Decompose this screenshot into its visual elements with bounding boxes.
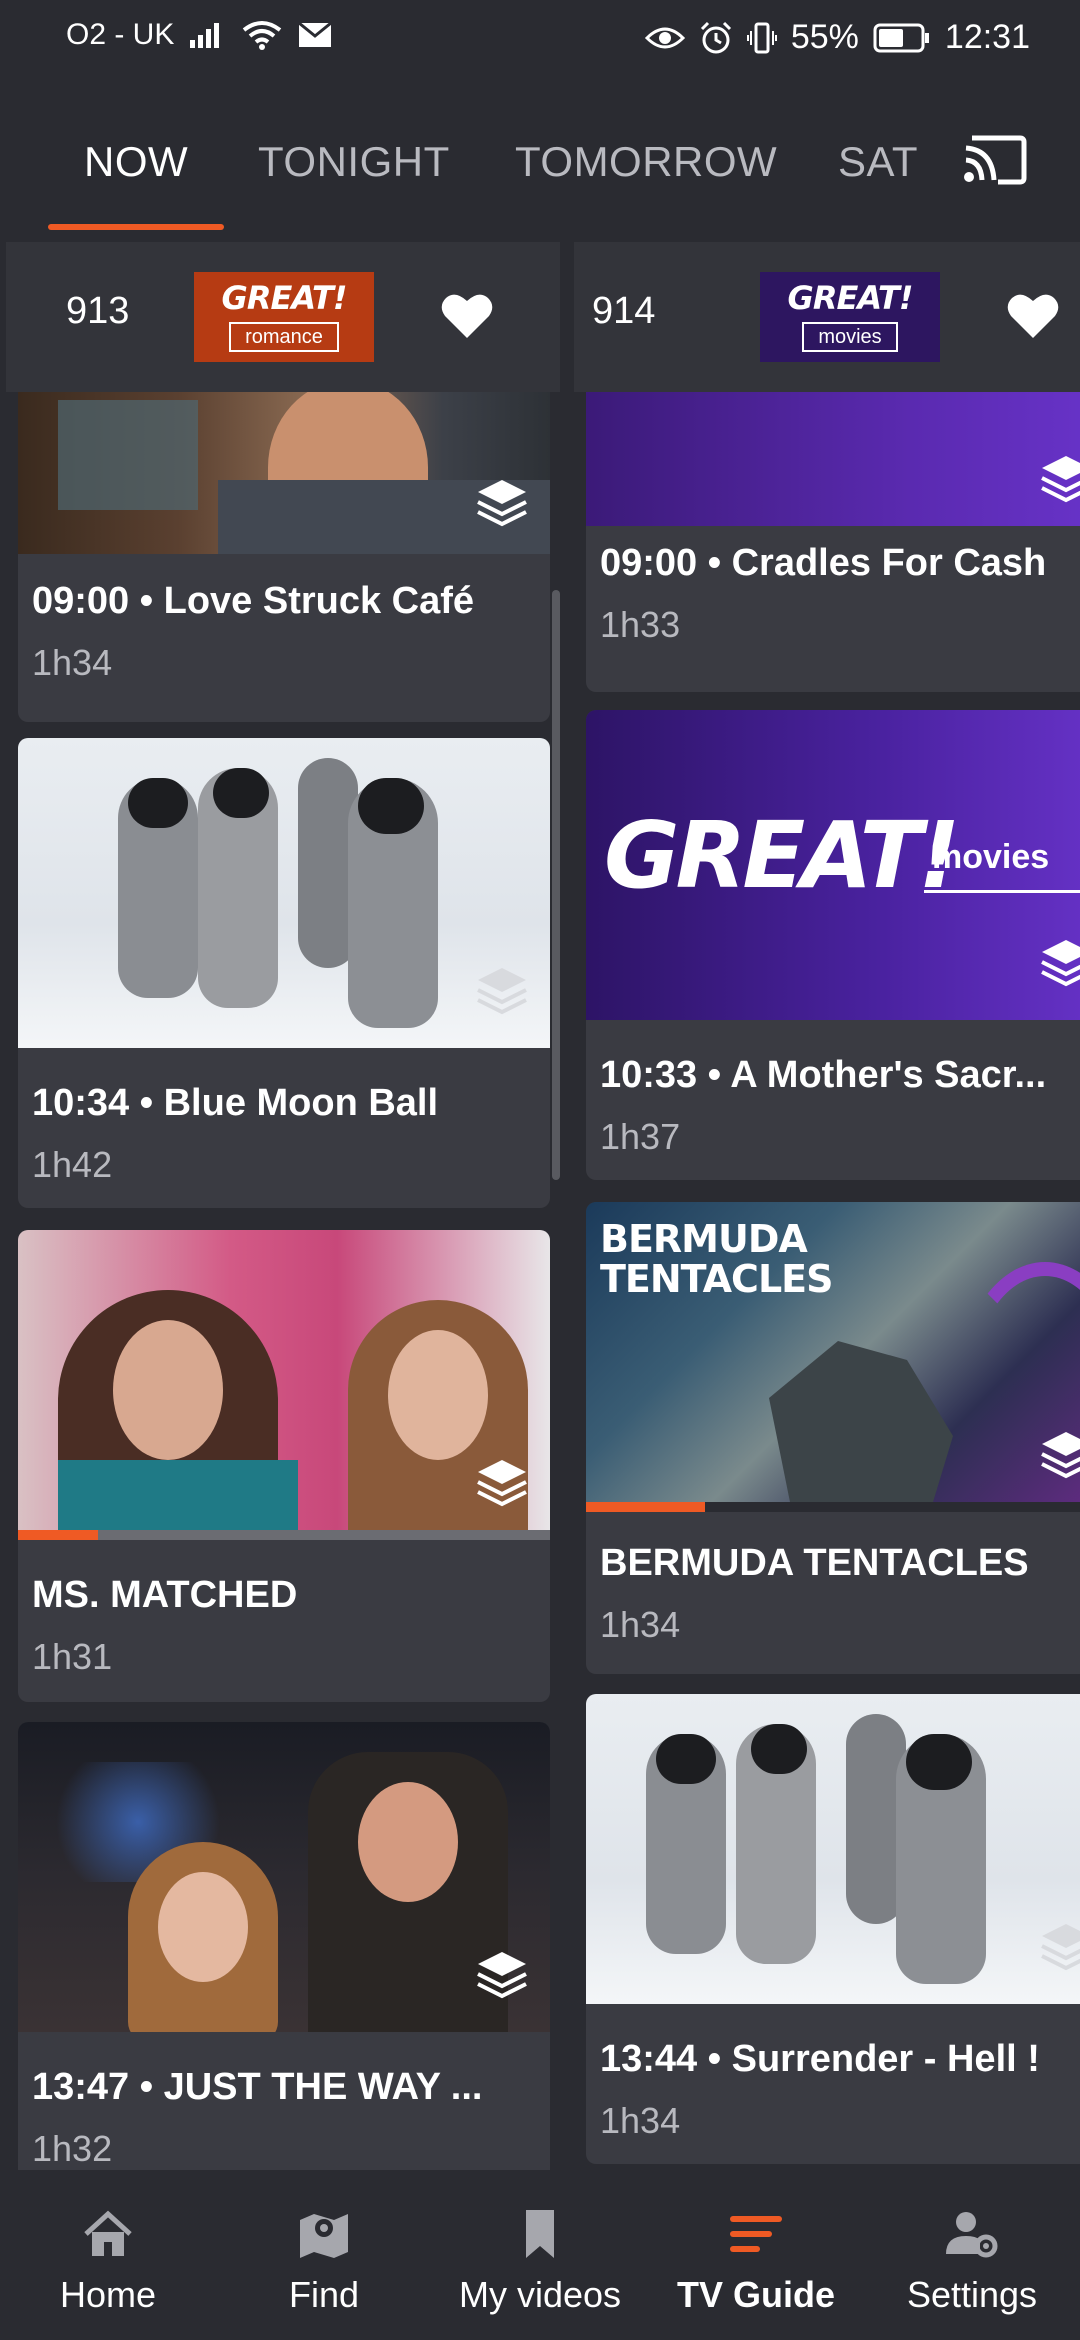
stack-icon [1041, 456, 1080, 503]
programme-duration: 1h34 [32, 642, 113, 683]
nav-tv-guide[interactable]: TV Guide [648, 2170, 864, 2340]
nav-my-videos[interactable]: My videos [432, 2170, 648, 2340]
programme-thumbnail [18, 1230, 550, 1540]
mail-icon [298, 22, 333, 47]
stack-icon [1041, 1432, 1080, 1479]
status-bar: O2 - UK 55% 12:31 [0, 0, 1080, 78]
stack-icon [477, 1952, 527, 1999]
programme-duration: 1h33 [600, 604, 681, 645]
heart-icon[interactable] [1006, 290, 1060, 340]
watch-progress [586, 1502, 1080, 1512]
thumbnail-brand-text: GREAT! [604, 802, 960, 909]
settings-icon [946, 2212, 998, 2258]
programme-thumbnail [18, 392, 550, 554]
stack-icon [1041, 1924, 1080, 1971]
thumbnail-brand-sub: movies [932, 838, 1050, 876]
programme-duration: 1h42 [32, 1144, 113, 1185]
logo-text: GREAT! [787, 279, 914, 317]
programme-card[interactable]: GREAT! movies 10:33 • A Mother's Sacr...… [586, 710, 1080, 1180]
programme-title: 13:44 • Surrender - Hell ! [600, 2038, 1040, 2080]
bookmark-icon [526, 2210, 554, 2258]
stack-icon [1041, 940, 1080, 987]
programme-card[interactable]: 09:00 • Cradles For Cash 1h33 [586, 392, 1080, 692]
programme-card[interactable]: BERMUDA TENTACLES BERMUDA TENTACLES 1h34 [586, 1202, 1080, 1674]
channel-logo-great-movies[interactable]: GREAT! movies [760, 272, 940, 362]
nav-label: TV Guide [676, 2274, 835, 2315]
programme-duration: 1h34 [600, 1604, 681, 1645]
stack-icon [477, 1460, 527, 1507]
channel-913-programmes: 09:00 • Love Struck Café 1h34 10:34 • Bl… [18, 392, 550, 2170]
scrollbar[interactable] [552, 590, 560, 1180]
programme-title: 09:00 • Cradles For Cash [600, 542, 1047, 584]
nav-label: My videos [458, 2274, 622, 2315]
stack-icon [477, 480, 527, 527]
programme-thumbnail [586, 1694, 1080, 2004]
programme-title: 10:33 • A Mother's Sacr... [600, 1054, 1047, 1096]
programme-thumbnail: GREAT! movies [586, 710, 1080, 1020]
programme-thumbnail [18, 1722, 550, 2032]
programme-title: BERMUDA TENTACLES [600, 1542, 1029, 1584]
nav-settings[interactable]: Settings [864, 2170, 1080, 2340]
vibrate-icon [746, 22, 777, 53]
nav-find[interactable]: Find [216, 2170, 432, 2340]
programme-card[interactable]: 10:34 • Blue Moon Ball 1h42 [18, 738, 550, 1208]
programme-title: MS. MATCHED [32, 1574, 298, 1616]
programme-card[interactable]: MS. MATCHED 1h31 [18, 1230, 550, 1702]
programme-card[interactable]: 09:00 • Love Struck Café 1h34 [18, 392, 550, 722]
carrier-label: O2 - UK [66, 18, 175, 51]
programme-thumbnail [586, 392, 1080, 526]
signal-icon [190, 23, 220, 48]
alarm-icon [700, 21, 731, 53]
clock-time: 12:31 [944, 18, 1030, 56]
programme-duration: 1h37 [600, 1116, 681, 1157]
channel-logo-great-romance[interactable]: GREAT! romance [194, 272, 374, 362]
stack-icon [477, 968, 527, 1015]
cast-icon[interactable] [962, 130, 1028, 186]
bottom-navigation: Home Find My videos TV Guide Settings [0, 2170, 1080, 2340]
tab-now[interactable]: NOW [84, 138, 188, 186]
programme-title: 10:34 • Blue Moon Ball [32, 1082, 439, 1124]
logo-sub: romance [229, 322, 339, 352]
programme-duration: 1h31 [32, 1636, 113, 1677]
thumbnail-title-text: BERMUDA TENTACLES [600, 1217, 834, 1301]
programme-duration: 1h32 [32, 2128, 113, 2169]
watch-progress-fill [18, 1530, 98, 1540]
programme-duration: 1h34 [600, 2100, 681, 2141]
nav-label: Find [288, 2274, 360, 2315]
programme-title: 09:00 • Love Struck Café [32, 580, 475, 622]
nav-home[interactable]: Home [0, 2170, 216, 2340]
active-tab-indicator [48, 224, 224, 230]
programme-card[interactable]: 13:44 • Surrender - Hell ! 1h34 [586, 1694, 1080, 2164]
battery-icon [873, 23, 929, 52]
programme-title: 13:47 • JUST THE WAY ... [32, 2066, 483, 2108]
channel-header-914: 914 GREAT! movies [574, 242, 1080, 392]
channel-914-programmes: 09:00 • Cradles For Cash 1h33 GREAT! mov… [586, 392, 1080, 2170]
channel-number: 914 [592, 290, 656, 332]
guide-icon [730, 2216, 782, 2252]
watch-progress [18, 1530, 550, 1540]
logo-text: GREAT! [221, 279, 348, 317]
map-icon [300, 2214, 348, 2258]
programme-thumbnail [18, 738, 550, 1048]
nav-label: Home [59, 2274, 157, 2315]
tab-tonight[interactable]: TONIGHT [258, 138, 450, 186]
tab-tomorrow[interactable]: TOMORROW [515, 138, 777, 186]
nav-label: Settings [906, 2274, 1038, 2315]
heart-icon[interactable] [440, 290, 494, 340]
eye-icon [644, 27, 685, 48]
channel-number: 913 [66, 290, 130, 332]
battery-percent: 55% [790, 18, 859, 56]
channel-header-913: 913 GREAT! romance [6, 242, 560, 392]
wifi-icon [243, 21, 282, 50]
programme-card[interactable]: 13:47 • JUST THE WAY ... 1h32 [18, 1722, 550, 2170]
watch-progress-fill [586, 1502, 705, 1512]
programme-thumbnail: BERMUDA TENTACLES [586, 1202, 1080, 1512]
logo-sub: movies [802, 322, 898, 352]
tab-sat[interactable]: SAT [838, 138, 918, 186]
day-tabs: NOW TONIGHT TOMORROW SAT [0, 120, 1080, 230]
home-icon [84, 2210, 132, 2256]
